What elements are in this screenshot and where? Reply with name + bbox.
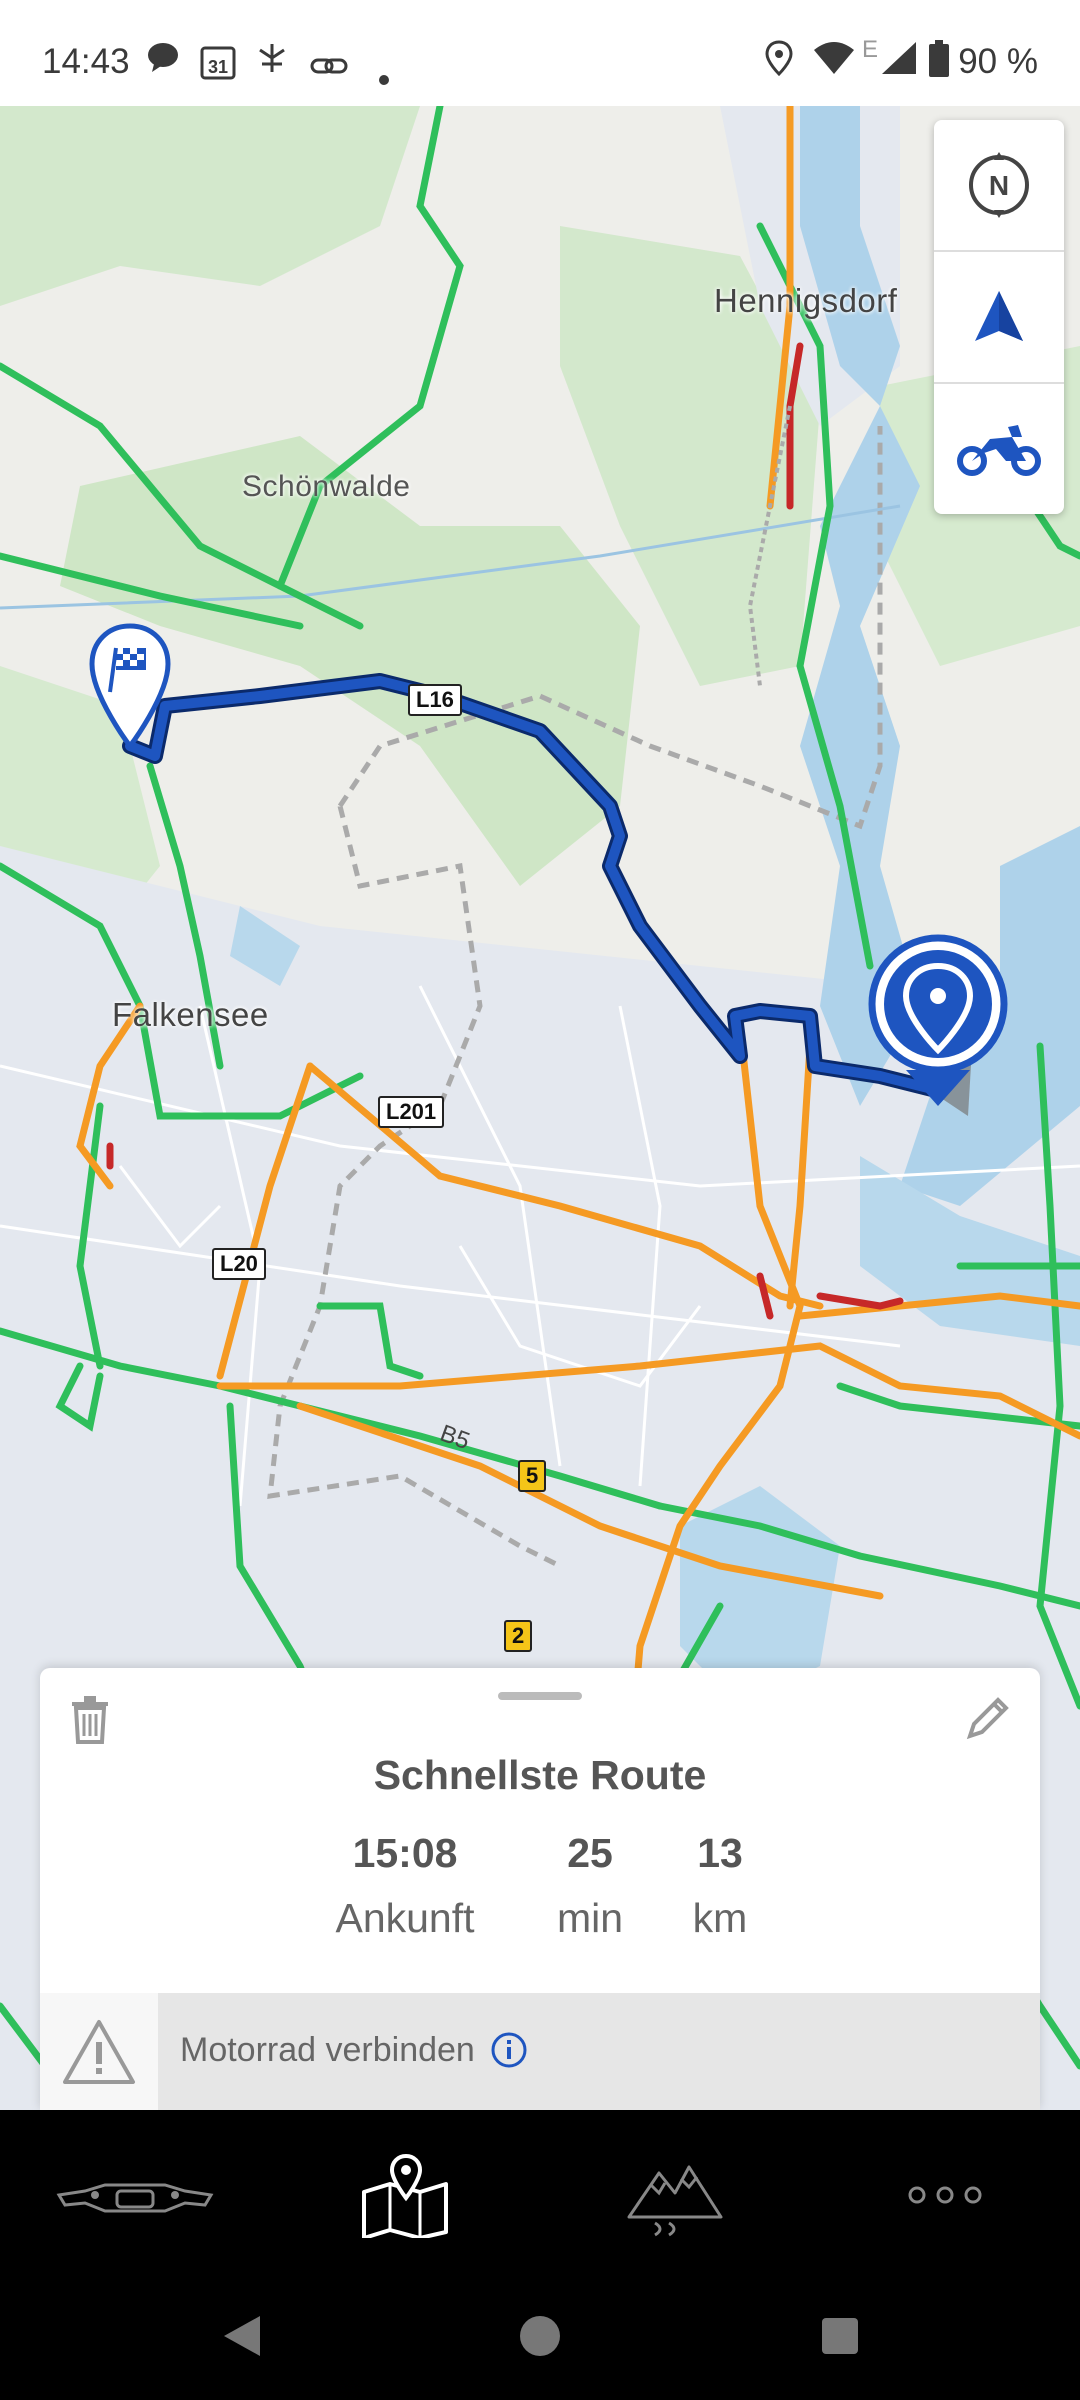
duration-value: 25: [567, 1830, 613, 1876]
location-icon: [764, 40, 794, 85]
nav-explore[interactable]: [540, 2140, 810, 2250]
duration-label: min: [556, 1895, 624, 1941]
arrival-label: Ankunft: [335, 1895, 475, 1941]
place-label-falkensee: Falkensee: [112, 996, 269, 1033]
motorcycle-icon: [957, 425, 1041, 476]
road-shield-l16: L16: [408, 684, 462, 716]
connect-motorcycle-row[interactable]: Motorrad verbinden: [40, 1993, 1040, 2110]
motorcycle-mode-button[interactable]: [934, 384, 1064, 514]
mountains-icon: [627, 2165, 723, 2237]
compass-button[interactable]: N: [934, 120, 1064, 252]
chat-icon: [146, 40, 180, 83]
road-shield-5: 5: [518, 1460, 547, 1492]
distance-label: km: [692, 1895, 748, 1941]
compass-north-icon: N: [969, 152, 1029, 218]
map-controls: N: [934, 120, 1064, 514]
connect-motorcycle-text: Motorrad verbinden: [180, 2031, 475, 2069]
dot-icon: [378, 56, 390, 95]
calendar-icon: 31: [200, 44, 236, 89]
place-label-schoenwalde: Schönwalde: [242, 470, 411, 503]
trash-icon[interactable]: [70, 1696, 110, 1749]
route-title: Schnellste Route: [373, 1752, 707, 1798]
status-bar: 14:43 31 E 90 %: [0, 0, 1080, 106]
arrival-time: 15:08: [352, 1830, 458, 1876]
road-shield-l201: L201: [378, 1096, 445, 1128]
system-navigation-bar: [0, 2286, 1080, 2400]
distance-value: 13: [697, 1830, 743, 1876]
app-icon: [254, 40, 290, 85]
back-icon[interactable]: [220, 2312, 264, 2365]
map-icon: [362, 2153, 448, 2238]
battery-icon: [928, 40, 950, 87]
svg-text:N: N: [989, 170, 1009, 201]
route-stats: 15:08 Ankunft 25 min 13 km: [40, 1830, 1040, 1950]
arrival-stat: 15:08 Ankunft: [330, 1830, 480, 1942]
road-shield-2: 2: [504, 1620, 533, 1652]
pencil-icon[interactable]: [966, 1696, 1010, 1745]
more-icon: [908, 2186, 982, 2204]
info-icon[interactable]: [490, 2031, 528, 2074]
navigation-arrow-button[interactable]: [934, 252, 1064, 384]
network-type: E: [862, 36, 879, 63]
battery-percent: 90 %: [958, 42, 1038, 81]
route-summary-card[interactable]: Schnellste Route 15:08 Ankunft 25 min 13…: [40, 1668, 1040, 2110]
nav-cockpit[interactable]: [0, 2140, 270, 2250]
duration-stat: 25 min: [540, 1830, 640, 1942]
wifi-icon: [812, 40, 856, 85]
warning-icon: [40, 1993, 158, 2110]
road-shield-l20: L20: [212, 1248, 266, 1280]
nav-map[interactable]: [270, 2140, 540, 2250]
signal-icon: [878, 40, 918, 85]
link-icon: [310, 48, 348, 87]
bottom-navigation: [0, 2110, 1080, 2286]
navigation-arrow-icon: [975, 291, 1023, 341]
nav-more[interactable]: [810, 2140, 1080, 2250]
recents-icon[interactable]: [818, 2312, 862, 2365]
place-label-hennigsdorf: Hennigsdorf: [714, 282, 898, 319]
svg-text:31: 31: [208, 57, 228, 77]
distance-stat: 13 km: [670, 1830, 770, 1942]
drag-handle[interactable]: [498, 1692, 582, 1700]
status-time: 14:43: [42, 42, 130, 81]
home-icon[interactable]: [518, 2312, 562, 2365]
motorcycle-cockpit-icon: [56, 2183, 214, 2213]
